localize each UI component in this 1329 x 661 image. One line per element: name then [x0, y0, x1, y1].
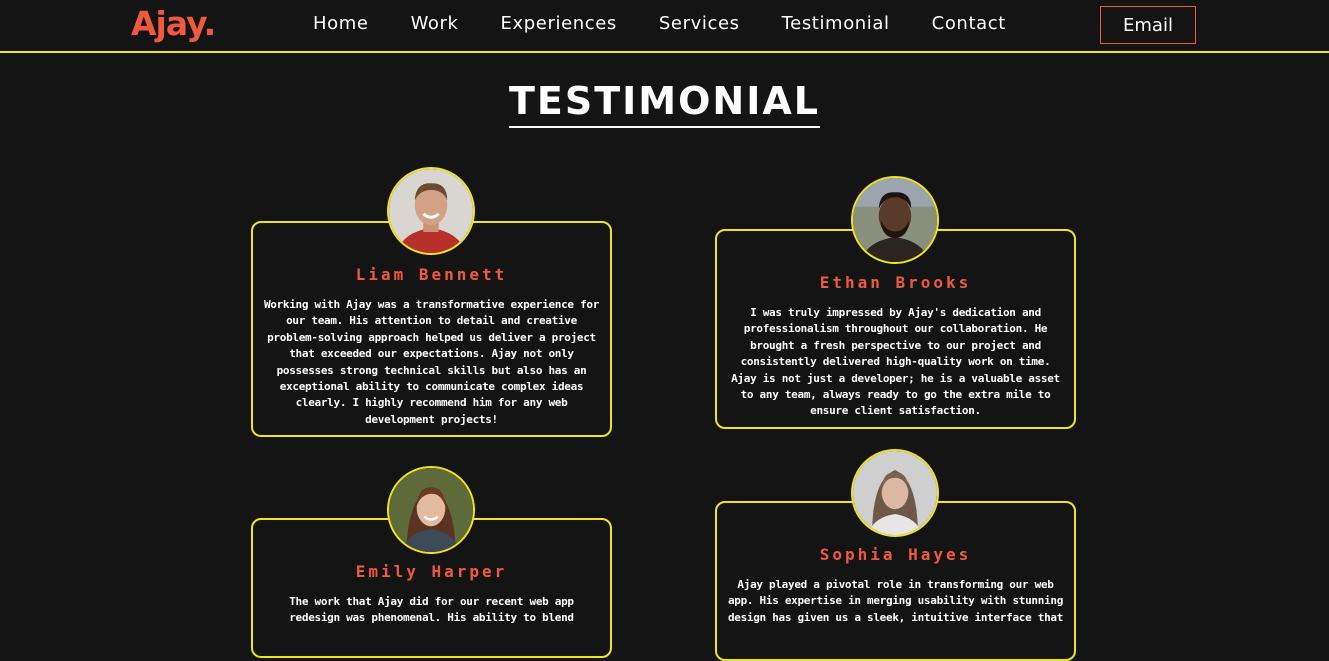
- testimonial-name: Liam Bennett: [355, 265, 508, 284]
- section-title: TESTIMONIAL: [509, 80, 820, 128]
- testimonial-text: The work that Ajay did for our recent we…: [289, 595, 574, 625]
- testimonial-name: Emily Harper: [355, 562, 508, 581]
- nav-experiences[interactable]: Experiences: [501, 13, 617, 39]
- man-smiling-photo-icon: [389, 169, 473, 253]
- avatar: [851, 449, 939, 537]
- email-button[interactable]: Email: [1100, 6, 1196, 44]
- section-title-wrap: TESTIMONIAL: [0, 80, 1329, 128]
- testimonial-text: I was truly impressed by Ajay's dedicati…: [731, 306, 1060, 418]
- nav-testimonial[interactable]: Testimonial: [782, 13, 890, 39]
- nav-services[interactable]: Services: [659, 13, 740, 39]
- testimonial-text: Ajay played a pivotal role in transformi…: [727, 578, 1064, 624]
- woman-portrait-photo-icon: [853, 451, 937, 535]
- navbar: Ajay. Home Work Experiences Services Tes…: [0, 0, 1329, 53]
- nav-links: Home Work Experiences Services Testimoni…: [313, 13, 1048, 39]
- nav-home[interactable]: Home: [313, 13, 369, 39]
- avatar: [387, 167, 475, 255]
- man-beard-photo-icon: [853, 178, 937, 262]
- testimonial-name: Sophia Hayes: [819, 545, 972, 564]
- avatar: [851, 176, 939, 264]
- testimonial-name: Ethan Brooks: [819, 273, 972, 292]
- avatar: [387, 466, 475, 554]
- woman-smiling-photo-icon: [389, 468, 473, 552]
- testimonial-text: Working with Ajay was a transformative e…: [263, 298, 600, 426]
- nav-contact[interactable]: Contact: [932, 13, 1006, 39]
- nav-work[interactable]: Work: [411, 13, 459, 39]
- logo[interactable]: Ajay.: [131, 4, 216, 43]
